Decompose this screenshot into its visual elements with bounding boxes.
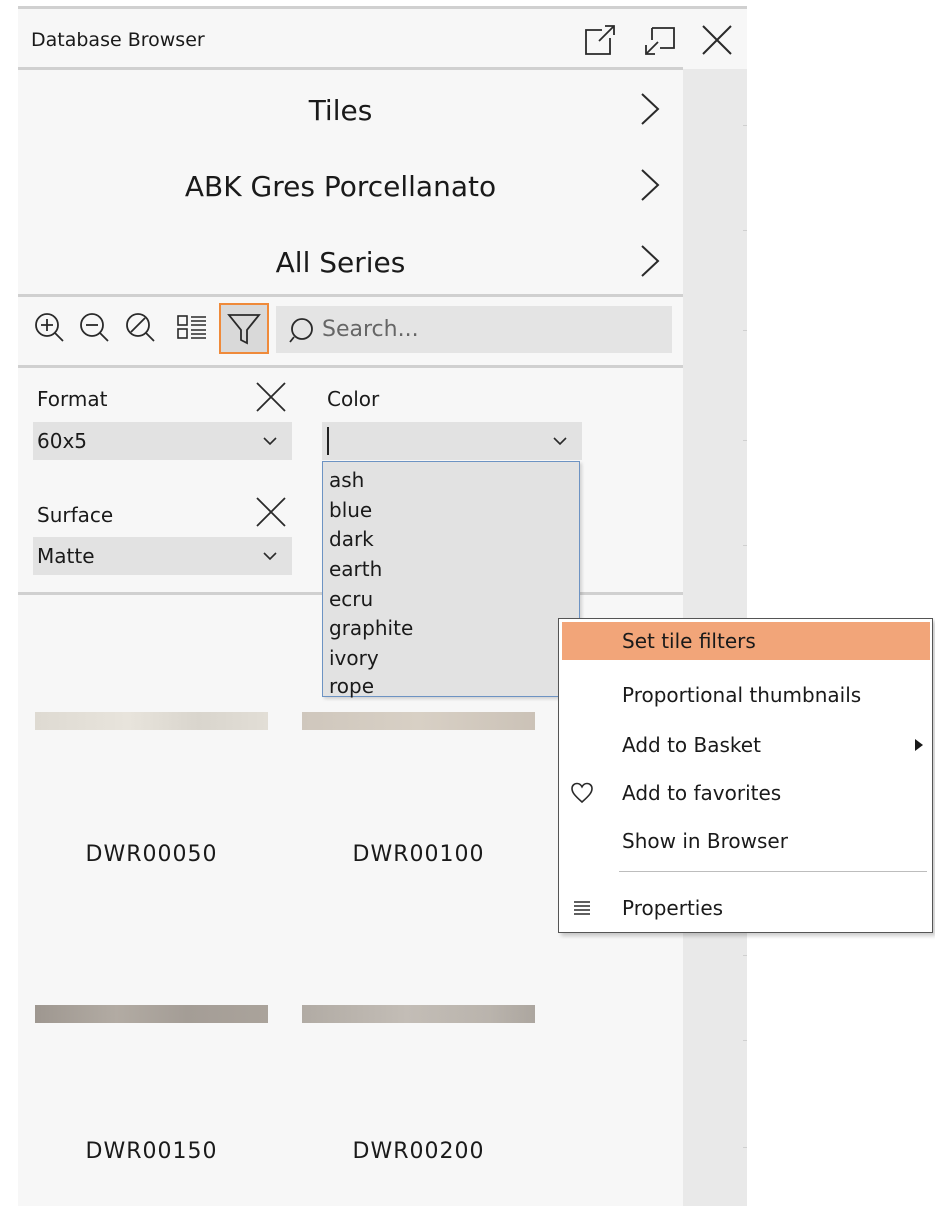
breadcrumb-manufacturer[interactable]: ABK Gres Porcellanato	[18, 149, 683, 224]
menu-item-label: Add to Basket	[622, 733, 761, 757]
chevron-down-icon	[552, 434, 568, 448]
color-option[interactable]: graphite	[329, 617, 413, 639]
filter-icon	[227, 314, 261, 345]
tile-thumbnail[interactable]	[302, 1005, 535, 1023]
properties-icon	[573, 900, 591, 916]
strip-tick	[743, 545, 747, 546]
color-option[interactable]: earth	[329, 558, 382, 580]
breadcrumb-label: ABK Gres Porcellanato	[184, 170, 497, 203]
strip-tick	[743, 230, 747, 231]
text-caret	[327, 427, 329, 455]
menu-item-label: Properties	[622, 896, 724, 920]
chevron-right-icon	[638, 167, 662, 203]
format-filter-label: Format	[37, 387, 108, 411]
menu-separator	[619, 871, 927, 872]
search-icon	[288, 316, 316, 344]
dock-icon[interactable]	[640, 20, 680, 60]
zoom-in-icon[interactable]	[30, 308, 70, 348]
tile-name[interactable]: DWR00150	[35, 1139, 268, 1164]
close-icon[interactable]	[697, 20, 737, 60]
color-option[interactable]: ash	[329, 469, 364, 491]
menu-item-label: Proportional thumbnails	[622, 683, 862, 707]
tile-thumbnail[interactable]	[302, 712, 535, 730]
color-option[interactable]: rope	[329, 675, 374, 697]
color-dropdown-list[interactable]: ash blue dark earth ecru graphite ivory …	[322, 461, 580, 697]
strip-tick	[743, 440, 747, 441]
tile-thumbnail[interactable]	[35, 712, 268, 730]
breadcrumb-label: Tiles	[308, 94, 373, 127]
chevron-down-icon	[262, 434, 278, 448]
breadcrumb-tiles[interactable]: Tiles	[18, 73, 683, 148]
submenu-arrow-icon	[915, 739, 923, 751]
pop-out-icon[interactable]	[580, 20, 620, 60]
search-box[interactable]	[276, 306, 672, 353]
chevron-right-icon	[638, 91, 662, 127]
strip-tick	[743, 955, 747, 956]
menu-item-label: Add to favorites	[622, 781, 782, 805]
view-mode-icon[interactable]	[172, 308, 212, 348]
breadcrumb-series[interactable]: All Series	[18, 225, 683, 300]
window-title: Database Browser	[31, 29, 205, 51]
divider	[18, 294, 683, 297]
menu-item-add-to-favorites[interactable]: Add to favorites	[559, 774, 931, 812]
color-option[interactable]: ivory	[329, 647, 379, 669]
context-menu: Set tile filters Proportional thumbnails…	[558, 618, 933, 933]
clear-surface-icon[interactable]	[253, 494, 289, 530]
chevron-down-icon	[262, 549, 278, 563]
format-select-value: 60x5	[37, 429, 88, 453]
zoom-out-icon[interactable]	[75, 308, 115, 348]
strip-tick	[743, 330, 747, 331]
color-filter-label: Color	[327, 387, 380, 411]
surface-select[interactable]: Matte	[33, 537, 292, 575]
color-select[interactable]	[322, 422, 582, 460]
menu-item-proportional-thumbnails[interactable]: Proportional thumbnails	[559, 676, 931, 714]
right-strip	[683, 8, 747, 1206]
tile-name[interactable]: DWR00100	[302, 842, 535, 867]
divider	[18, 365, 683, 368]
zoom-reset-icon[interactable]	[121, 308, 161, 348]
strip-tick	[743, 1040, 747, 1041]
color-option[interactable]: dark	[329, 528, 374, 550]
menu-item-show-in-browser[interactable]: Show in Browser	[559, 822, 931, 860]
menu-item-label: Show in Browser	[622, 829, 788, 853]
menu-item-properties[interactable]: Properties	[559, 889, 931, 927]
surface-select-value: Matte	[37, 544, 95, 568]
chevron-right-icon	[638, 243, 662, 279]
menu-item-add-to-basket[interactable]: Add to Basket	[559, 726, 931, 764]
divider	[18, 67, 683, 70]
color-option[interactable]: blue	[329, 499, 372, 521]
breadcrumb-label: All Series	[275, 246, 406, 279]
tile-name[interactable]: DWR00200	[302, 1139, 535, 1164]
color-option[interactable]: ecru	[329, 588, 373, 610]
tile-thumbnail[interactable]	[35, 1005, 268, 1023]
strip-tick	[743, 125, 747, 126]
strip-tick	[743, 1147, 747, 1148]
filter-button[interactable]	[219, 303, 269, 354]
menu-item-label: Set tile filters	[622, 629, 756, 653]
surface-filter-label: Surface	[37, 503, 114, 527]
format-select[interactable]: 60x5	[33, 422, 292, 460]
clear-format-icon[interactable]	[253, 379, 289, 415]
search-input[interactable]	[322, 310, 652, 348]
top-border	[18, 6, 747, 9]
heart-icon	[569, 780, 595, 806]
menu-item-set-tile-filters[interactable]: Set tile filters	[562, 622, 930, 660]
tile-name[interactable]: DWR00050	[35, 842, 268, 867]
